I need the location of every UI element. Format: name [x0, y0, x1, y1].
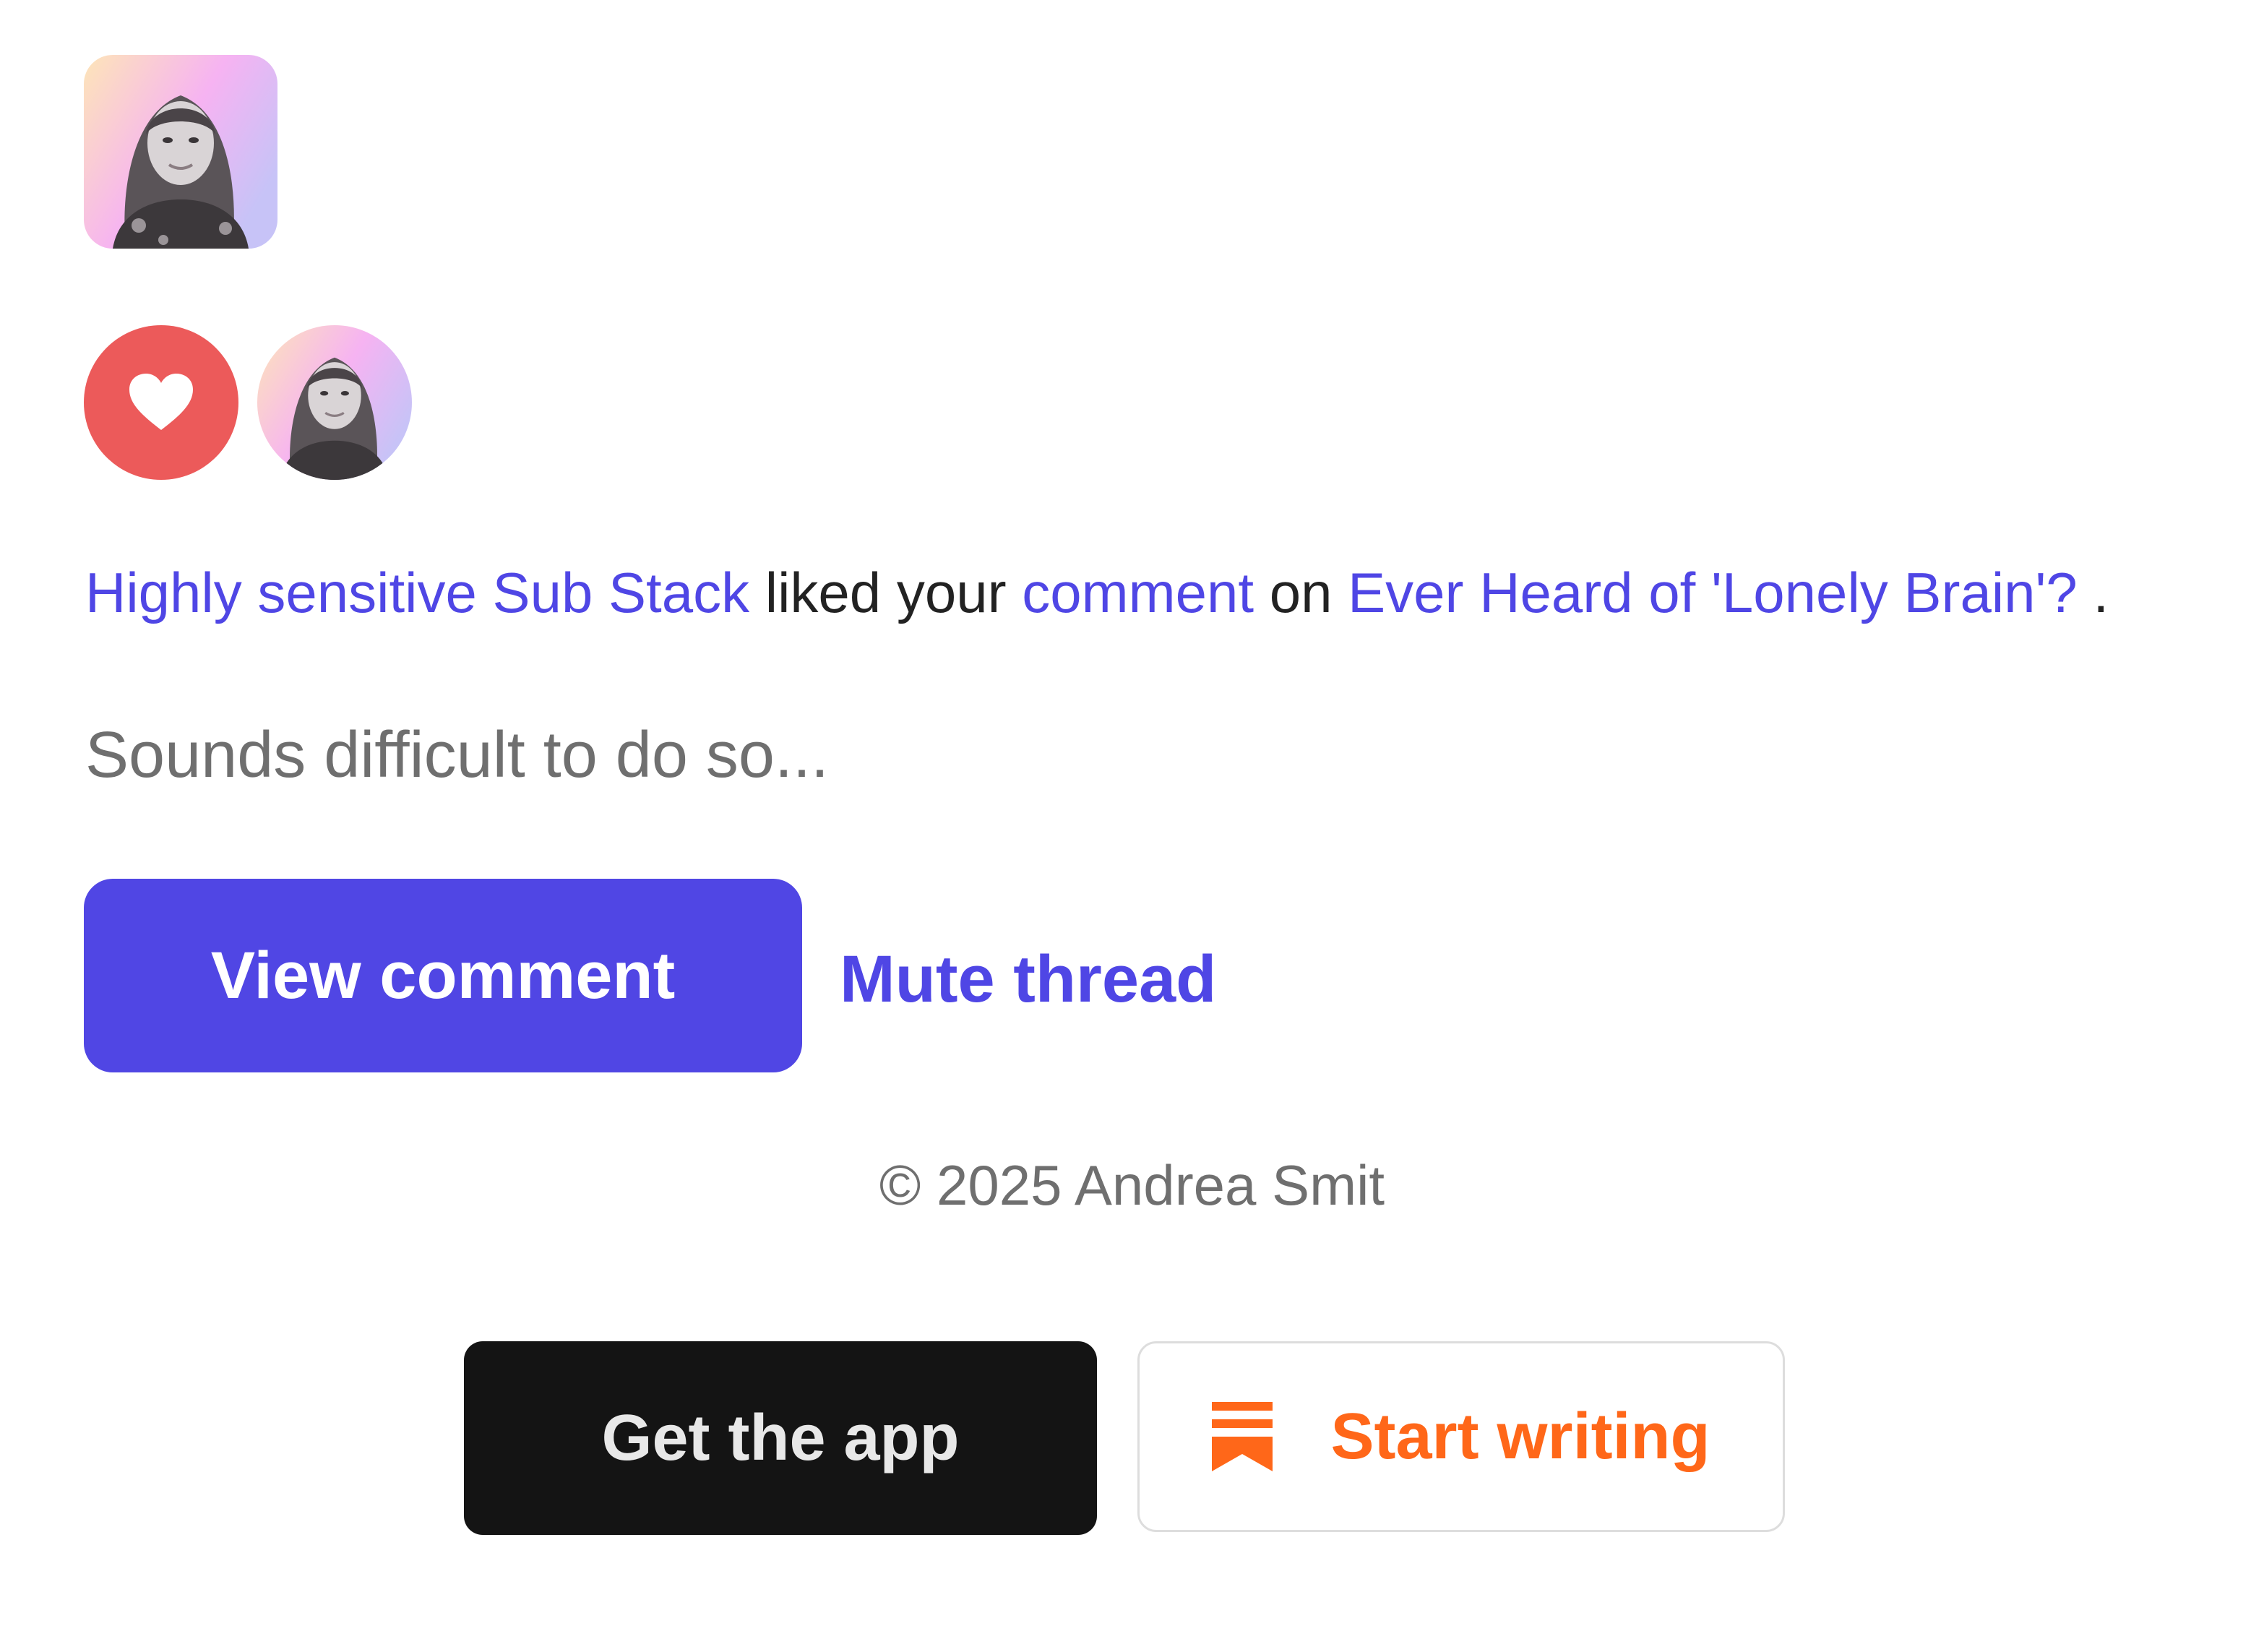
heart-reaction-badge — [84, 325, 238, 480]
author-avatar-image — [84, 55, 277, 249]
notification-end-punct: . — [2077, 561, 2109, 624]
copyright-text: © 2025 Andrea Smit — [879, 1153, 1385, 1217]
post-title-link[interactable]: Ever Heard of 'Lonely Brain'? — [1348, 561, 2078, 624]
liker-avatar — [257, 325, 412, 480]
view-comment-button[interactable]: View comment — [84, 879, 802, 1072]
start-writing-button[interactable]: Start writing — [1137, 1341, 1785, 1532]
comment-link[interactable]: comment — [1022, 561, 1254, 624]
substack-bookmark-icon — [1212, 1402, 1273, 1471]
comment-snippet: Sounds difficult to do so... — [85, 719, 829, 791]
notification-preposition: on — [1269, 561, 1333, 624]
view-comment-label: View comment — [210, 938, 676, 1012]
start-writing-label: Start writing — [1330, 1400, 1710, 1473]
notification-verb: liked your — [765, 561, 1007, 624]
heart-icon — [129, 374, 193, 430]
actor-link[interactable]: Highly sensitive Sub Stack — [85, 561, 749, 624]
author-avatar — [84, 55, 277, 249]
liker-avatar-image — [257, 325, 412, 480]
mute-thread-link[interactable]: Mute thread — [840, 939, 1216, 1019]
get-the-app-button[interactable]: Get the app — [464, 1341, 1097, 1535]
notification-text: Highly sensitive Sub Stack liked your co… — [85, 556, 2109, 629]
get-the-app-label: Get the app — [601, 1401, 960, 1474]
